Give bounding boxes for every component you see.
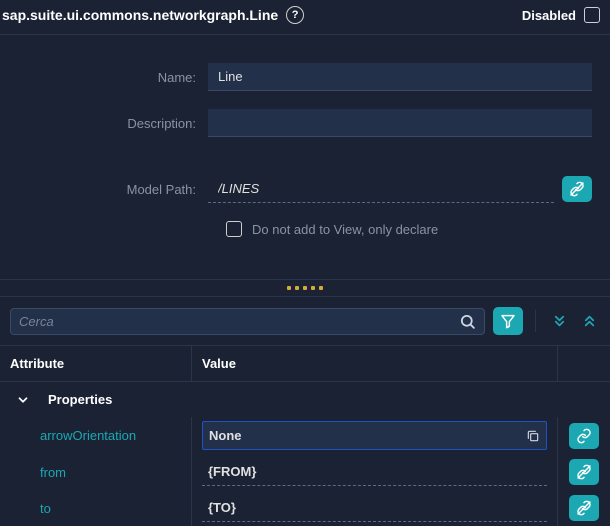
table-row: from <box>0 454 610 490</box>
header-right: Disabled <box>522 7 600 23</box>
declare-only-row: Do not add to View, only declare <box>226 221 592 237</box>
from-input[interactable] <box>202 458 547 486</box>
link-slash-icon <box>576 464 592 480</box>
row-description: Description: <box>18 109 592 137</box>
filter-bar <box>0 297 610 345</box>
model-path-bind-button[interactable] <box>562 176 592 202</box>
drag-handle[interactable] <box>0 279 610 297</box>
disabled-label: Disabled <box>522 8 576 23</box>
row-model-path: Model Path: <box>18 175 592 203</box>
form-section: Name: Description: Model Path: Do not ad… <box>0 35 610 255</box>
link-slash-icon <box>576 500 592 516</box>
link-icon <box>576 428 592 444</box>
to-input[interactable] <box>202 494 547 522</box>
component-title: sap.suite.ui.commons.networkgraph.Line <box>2 7 278 23</box>
table-head: Attribute Value <box>0 345 610 382</box>
th-attribute: Attribute <box>0 346 192 381</box>
link-icon <box>569 181 585 197</box>
expand-all-button[interactable] <box>548 307 570 335</box>
search-input[interactable] <box>19 314 459 329</box>
arrow-orientation-select[interactable]: None <box>202 421 547 450</box>
row-name: Name: <box>18 63 592 91</box>
group-label: Properties <box>48 392 112 407</box>
declare-only-checkbox[interactable] <box>226 221 242 237</box>
th-value: Value <box>192 346 558 381</box>
name-input[interactable] <box>208 63 592 91</box>
bind-button[interactable] <box>569 459 599 485</box>
description-label: Description: <box>18 116 208 131</box>
attr-name: arrowOrientation <box>0 417 192 454</box>
search-wrap <box>10 308 485 335</box>
description-input[interactable] <box>208 109 592 137</box>
declare-only-label: Do not add to View, only declare <box>252 222 438 237</box>
th-actions <box>558 346 610 381</box>
model-path-input[interactable] <box>208 175 554 203</box>
bind-button[interactable] <box>569 423 599 449</box>
search-icon[interactable] <box>459 313 476 330</box>
header-left: sap.suite.ui.commons.networkgraph.Line ? <box>2 6 304 24</box>
chevrons-up-icon <box>582 312 597 330</box>
chevrons-down-icon <box>552 312 567 330</box>
filter-button[interactable] <box>493 307 523 335</box>
dropdown-open-icon <box>526 429 540 443</box>
select-value: None <box>209 428 242 443</box>
attr-name: to <box>0 490 192 526</box>
header: sap.suite.ui.commons.networkgraph.Line ?… <box>0 0 610 35</box>
bind-button[interactable] <box>569 495 599 521</box>
table-row: to <box>0 490 610 526</box>
attr-name: from <box>0 454 192 490</box>
funnel-icon <box>500 313 516 329</box>
collapse-all-button[interactable] <box>578 307 600 335</box>
disabled-checkbox[interactable] <box>584 7 600 23</box>
name-label: Name: <box>18 70 208 85</box>
table-body: Properties arrowOrientation None from <box>0 382 610 526</box>
help-icon[interactable]: ? <box>286 6 304 24</box>
group-properties[interactable]: Properties <box>0 382 610 417</box>
chevron-down-icon[interactable] <box>16 393 30 407</box>
table-row: arrowOrientation None <box>0 417 610 454</box>
model-path-label: Model Path: <box>18 182 208 197</box>
